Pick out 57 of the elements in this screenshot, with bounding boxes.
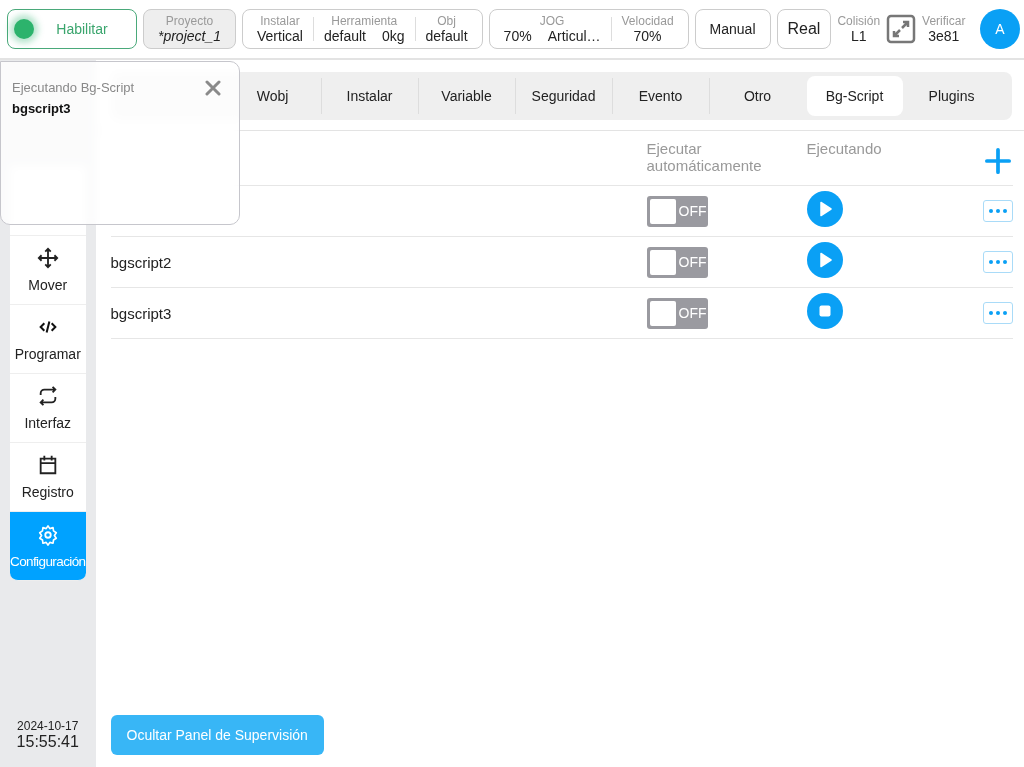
collision-value: L1	[850, 27, 867, 45]
expand-icon[interactable]	[886, 14, 917, 44]
project-field[interactable]: Proyecto *project_1	[143, 9, 236, 49]
field-value: Articul…	[547, 27, 601, 45]
field-label: Herramienta	[331, 13, 398, 28]
column-header: Ejecutando	[806, 140, 883, 157]
tab[interactable]: Otro	[709, 76, 806, 116]
mode-button[interactable]: Real	[776, 9, 832, 49]
date-text: 2024-10-17	[17, 719, 79, 733]
nav-item[interactable]: Registro	[10, 443, 86, 512]
swap-icon	[36, 385, 59, 407]
stop-button[interactable]	[806, 293, 843, 329]
field-value: 0kg	[381, 27, 405, 45]
field-value: 70%	[633, 27, 662, 45]
tab[interactable]: Wobj	[224, 76, 321, 116]
field-value: Vertical	[257, 27, 303, 45]
script-name: bgscript3	[110, 304, 173, 322]
nav-item[interactable]: Mover	[10, 236, 86, 305]
field-label: Obj	[437, 13, 456, 28]
field-value: default	[323, 27, 366, 45]
popup-title: Ejecutando Bg-Script	[12, 80, 135, 95]
add-icon[interactable]	[984, 148, 1011, 174]
more-icon	[987, 310, 1008, 316]
status-panel[interactable]: JOG 70% Articul… Velocidad 70%	[488, 9, 689, 49]
field-value: default	[425, 27, 468, 45]
script-name: bgscript2	[110, 253, 173, 271]
column-header: Ejecutar automáticamente	[646, 140, 763, 174]
play-button[interactable]	[806, 242, 843, 278]
field-value: 70%	[503, 27, 532, 45]
tab[interactable]: Bg-Script	[806, 76, 903, 116]
move-icon	[36, 247, 59, 269]
tab[interactable]: Seguridad	[515, 76, 612, 116]
status-dot-icon	[14, 19, 34, 39]
more-button[interactable]	[982, 251, 1013, 273]
more-icon	[987, 259, 1008, 265]
verify-value: 3e81	[928, 27, 960, 45]
field-label: JOG	[539, 13, 565, 28]
more-button[interactable]	[982, 200, 1013, 222]
close-icon[interactable]	[205, 80, 221, 96]
mode-button[interactable]: Manual	[694, 9, 771, 49]
status-panel[interactable]: Instalar Vertical Herramienta default 0kg Obj default	[242, 9, 483, 49]
tab[interactable]: Evento	[612, 76, 709, 116]
collision-label: Colisión	[837, 13, 881, 28]
tab[interactable]: Plugins	[903, 76, 1000, 116]
field-label: Velocidad	[621, 13, 674, 28]
nav-item[interactable]: Programar	[10, 305, 86, 374]
more-icon	[987, 208, 1008, 214]
play-button[interactable]	[806, 191, 843, 227]
field-label: Instalar	[260, 13, 300, 28]
script-name: bgscript3	[12, 101, 71, 116]
tab[interactable]: Instalar	[321, 76, 418, 116]
nav-item[interactable]: Interfaz	[10, 374, 86, 443]
verify-label: Verificar	[922, 13, 966, 28]
time-text: 15:55:41	[16, 733, 79, 751]
tab[interactable]: Variable	[418, 76, 515, 116]
settings-icon	[36, 523, 59, 546]
more-button[interactable]	[982, 302, 1013, 324]
